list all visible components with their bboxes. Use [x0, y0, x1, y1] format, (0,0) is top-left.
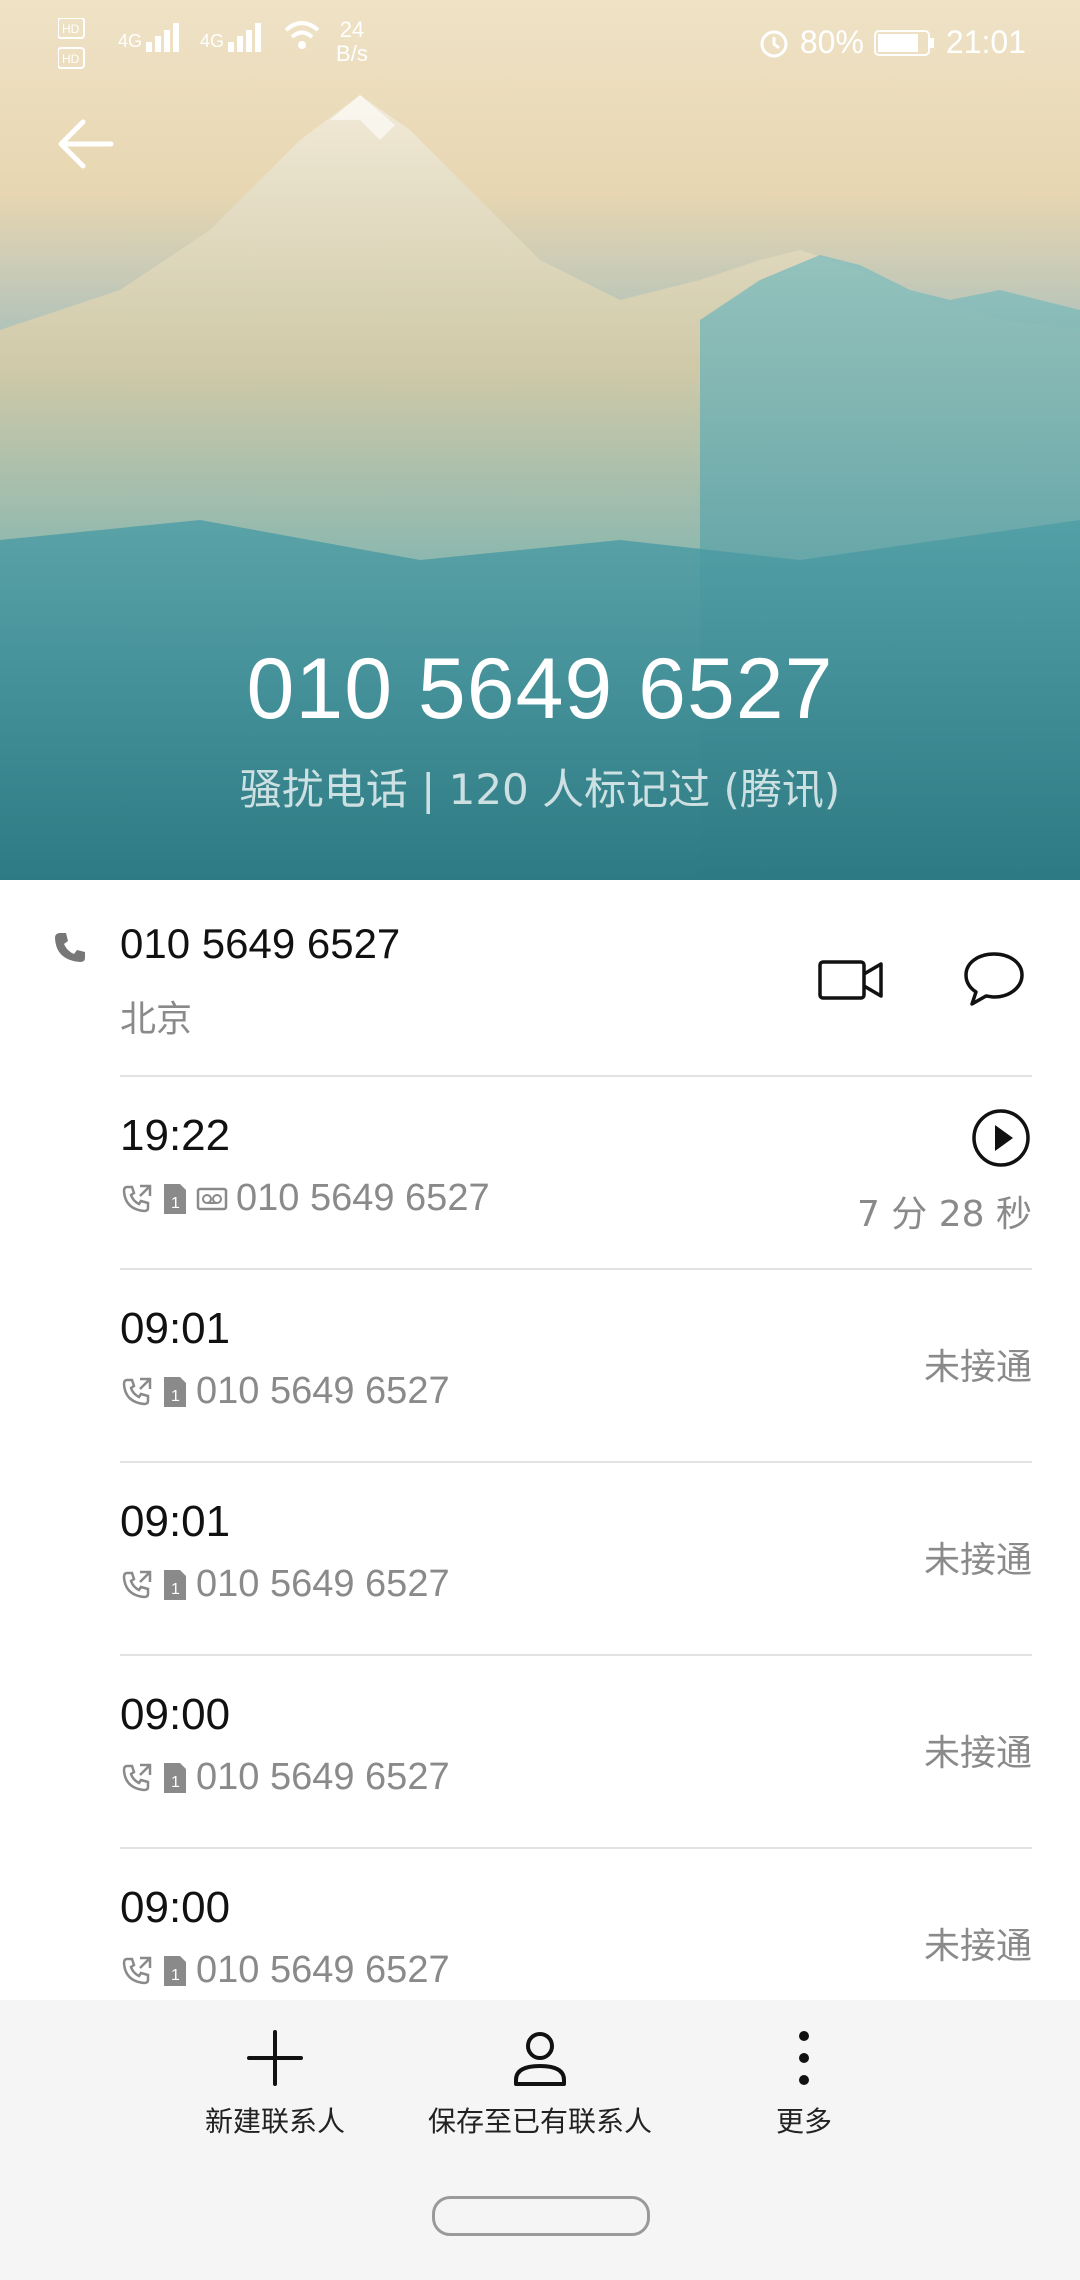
- call-time: 09:00: [120, 1883, 231, 1932]
- network-type-1: 4G: [118, 31, 143, 51]
- call-meta: 1 010 5649 6527: [120, 1563, 450, 1606]
- save-to-existing-button[interactable]: 保存至已有联系人: [400, 2028, 680, 2140]
- svg-text:HD: HD: [62, 52, 80, 66]
- sim1-icon: 1: [164, 1569, 186, 1600]
- more-label: 更多: [775, 2105, 832, 2138]
- spam-label: 骚扰电话 | 120 人标记过 (腾讯): [239, 765, 841, 814]
- sim1-icon: 1: [164, 1955, 186, 1986]
- svg-text:HD: HD: [62, 22, 80, 36]
- call-number: 010 5649 6527: [196, 1370, 450, 1412]
- call-status: 未接通: [923, 1926, 1032, 1967]
- voicemail-icon: [196, 1187, 228, 1210]
- svg-text:1: 1: [171, 1581, 180, 1598]
- call-status: 未接通: [923, 1347, 1032, 1388]
- call-number: 010 5649 6527: [236, 1177, 490, 1219]
- outgoing-call-icon: [122, 1763, 152, 1791]
- call-duration: 7 分 28 秒: [856, 1194, 1032, 1235]
- sim1-icon: 1: [164, 1183, 186, 1214]
- call-time: 09:00: [120, 1690, 231, 1739]
- play-icon: [972, 1109, 1030, 1167]
- play-recording-button[interactable]: [970, 1107, 1032, 1173]
- call-log-item[interactable]: 09:01 1 010 5649 6527 未接通: [0, 1270, 1080, 1463]
- call-log-item[interactable]: 09:00 1 010 5649 6527 未接通: [0, 1656, 1080, 1849]
- svg-text:1: 1: [171, 1388, 180, 1405]
- phone-icon: [55, 933, 85, 962]
- plus-icon: [247, 2030, 303, 2086]
- battery-percent: 80%: [799, 24, 864, 60]
- contact-number: 010 5649 6527: [120, 920, 401, 967]
- header-phone-number: 010 5649 6527: [246, 641, 834, 737]
- clock: 21:01: [945, 24, 1026, 60]
- call-meta: 1 010 5649 6527: [120, 1177, 490, 1220]
- call-number: 010 5649 6527: [196, 1756, 450, 1798]
- hd-sim-icon: HD HD: [58, 18, 85, 69]
- signal-icon-1: [146, 23, 180, 52]
- call-time: 09:01: [120, 1497, 231, 1546]
- contact-location: 北京: [120, 999, 193, 1040]
- message-button[interactable]: [962, 950, 1026, 1012]
- network-type-2: 4G: [200, 31, 225, 51]
- call-meta: 1 010 5649 6527: [120, 1949, 450, 1992]
- mountain-illustration: [0, 95, 1080, 880]
- save-to-existing-label: 保存至已有联系人: [427, 2105, 652, 2138]
- back-button[interactable]: [50, 112, 120, 176]
- status-bar: HD HD 4G 4G 24 B/s 80% 21:01: [0, 0, 1080, 90]
- call-status: 未接通: [923, 1733, 1032, 1774]
- more-button[interactable]: 更多: [704, 2028, 904, 2140]
- person-icon: [514, 2032, 566, 2086]
- call-time: 19:22: [120, 1111, 231, 1160]
- video-call-button[interactable]: [818, 958, 884, 1006]
- number-row[interactable]: 010 5649 6527 北京: [0, 880, 1080, 1076]
- call-time: 09:01: [120, 1304, 231, 1353]
- call-number: 010 5649 6527: [196, 1949, 450, 1991]
- new-contact-button[interactable]: 新建联系人: [175, 2028, 375, 2140]
- signal-icon-2: [228, 23, 262, 52]
- bottom-action-bar: 新建联系人 保存至已有联系人 更多: [0, 2000, 1080, 2280]
- call-log-item[interactable]: 19:22 1 010 5649 6527 7 分 28 秒: [0, 1077, 1080, 1270]
- call-status: 未接通: [923, 1540, 1032, 1581]
- call-meta: 1 010 5649 6527: [120, 1370, 450, 1413]
- speed-unit: B/s: [336, 41, 368, 66]
- wifi-icon: [284, 21, 320, 49]
- outgoing-call-icon: [122, 1184, 152, 1212]
- call-log-item[interactable]: 09:01 1 010 5649 6527 未接通: [0, 1463, 1080, 1656]
- alarm-icon: [760, 30, 788, 57]
- back-arrow-icon: [58, 119, 114, 169]
- battery-icon: [873, 29, 934, 56]
- call-meta: 1 010 5649 6527: [120, 1756, 450, 1799]
- new-contact-label: 新建联系人: [204, 2105, 345, 2138]
- sim1-icon: 1: [164, 1762, 186, 1793]
- call-number: 010 5649 6527: [196, 1563, 450, 1605]
- outgoing-call-icon: [122, 1570, 152, 1598]
- sim1-icon: 1: [164, 1376, 186, 1407]
- home-indicator[interactable]: [432, 2196, 650, 2236]
- svg-text:1: 1: [171, 1774, 180, 1791]
- header-banner: HD HD 4G 4G 24 B/s 80% 21:01 010 5649 65…: [0, 0, 1080, 880]
- svg-text:1: 1: [171, 1195, 180, 1212]
- network-speed: 24 B/s: [336, 18, 368, 66]
- outgoing-call-icon: [122, 1377, 152, 1405]
- outgoing-call-icon: [122, 1956, 152, 1984]
- more-vertical-icon: [799, 2031, 809, 2085]
- chat-bubble-icon: [964, 952, 1024, 1006]
- svg-text:1: 1: [171, 1967, 180, 1984]
- speed-value: 24: [339, 17, 365, 42]
- video-camera-icon: [818, 960, 883, 1000]
